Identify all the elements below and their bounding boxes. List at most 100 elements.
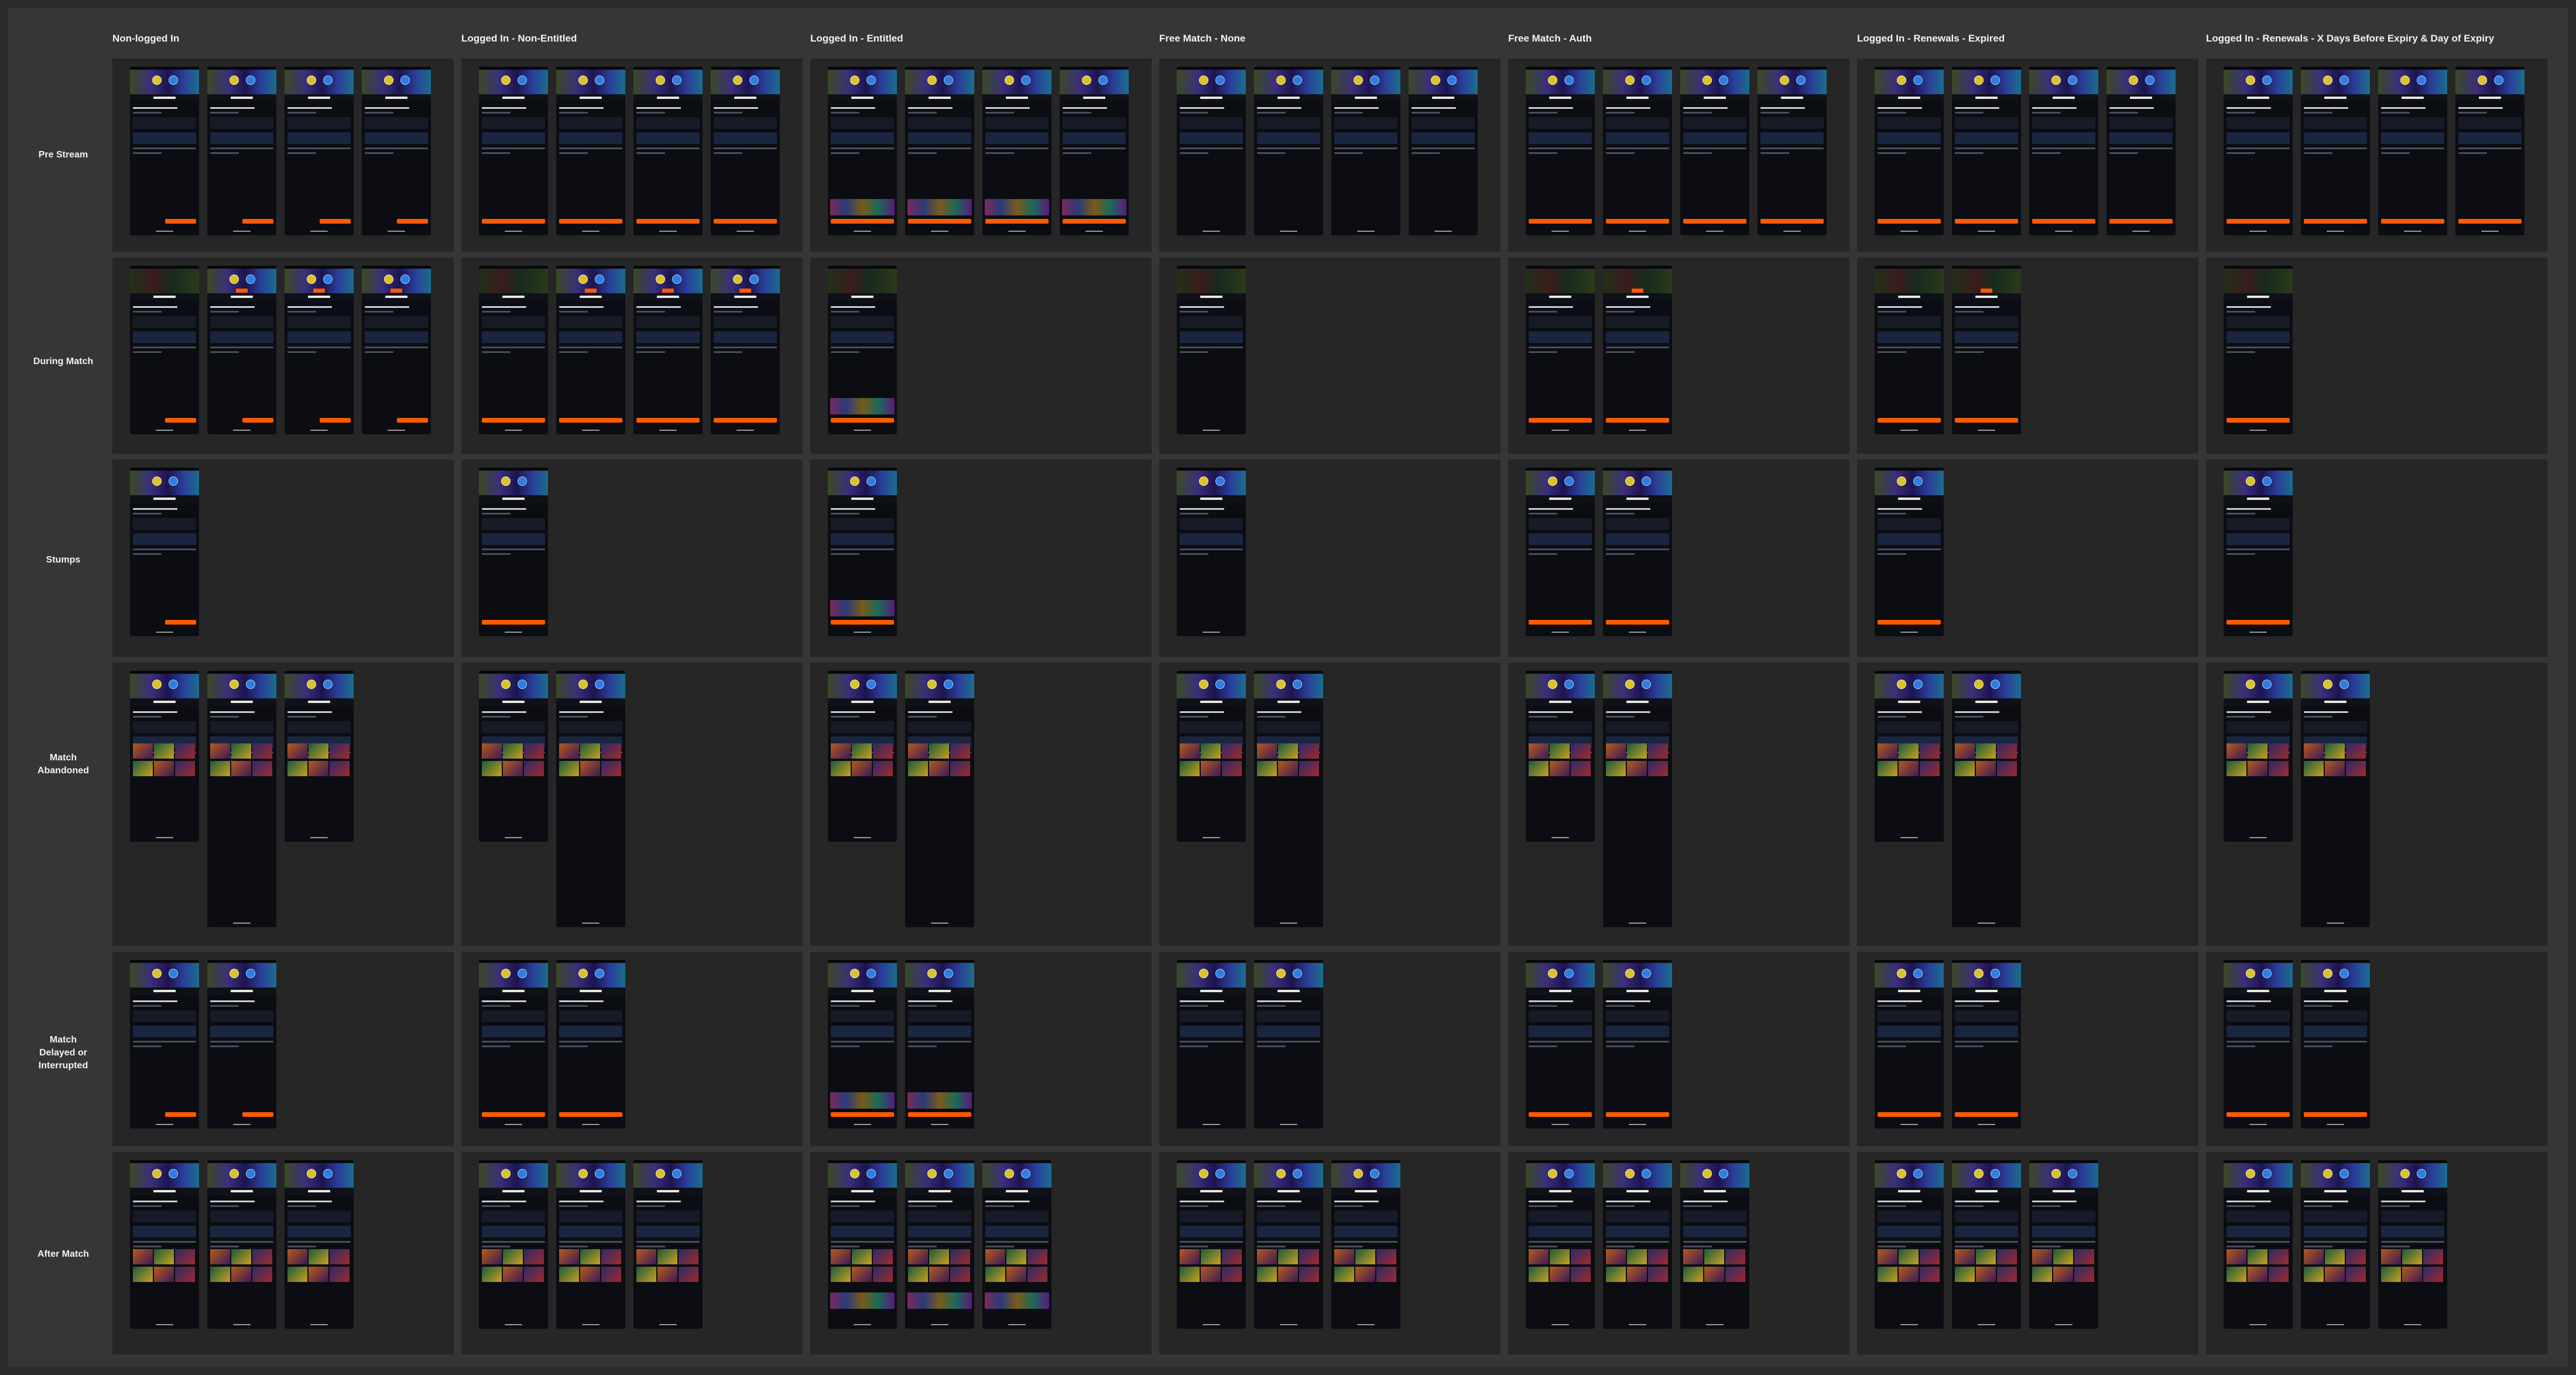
content-tile[interactable] — [330, 1267, 350, 1282]
content-tile[interactable] — [330, 743, 350, 759]
content-tile[interactable] — [252, 761, 272, 776]
content-tile[interactable] — [309, 761, 328, 776]
phone-screen-mockup[interactable] — [905, 960, 974, 1129]
phone-screen-mockup[interactable] — [828, 468, 897, 636]
content-tile[interactable] — [309, 743, 328, 759]
watch-full-tour-rail[interactable] — [985, 199, 1049, 215]
phone-screen-mockup[interactable] — [479, 67, 548, 235]
content-tile[interactable] — [831, 1267, 851, 1282]
phone-screen-mockup[interactable] — [1875, 468, 1944, 636]
content-tile[interactable] — [601, 1267, 621, 1282]
content-tile[interactable] — [2346, 761, 2366, 776]
content-tile[interactable] — [210, 1249, 230, 1264]
content-tile[interactable] — [679, 1249, 698, 1264]
primary-cta-button[interactable] — [320, 219, 351, 224]
primary-cta-button[interactable] — [1878, 219, 1941, 224]
content-tile[interactable] — [2226, 761, 2246, 776]
phone-screen-mockup[interactable] — [1875, 266, 1944, 434]
content-tile[interactable] — [175, 743, 195, 759]
primary-cta-button[interactable] — [320, 418, 351, 423]
primary-cta-button[interactable] — [165, 219, 196, 224]
content-tile[interactable] — [1550, 1267, 1570, 1282]
content-tile[interactable] — [852, 1249, 872, 1264]
content-tile[interactable] — [929, 1249, 949, 1264]
primary-cta-button[interactable] — [1529, 219, 1592, 224]
phone-screen-mockup[interactable] — [207, 266, 276, 434]
primary-cta-button[interactable] — [2304, 1112, 2367, 1117]
phone-screen-mockup[interactable] — [2455, 67, 2524, 235]
phone-screen-mockup[interactable] — [1952, 266, 2021, 434]
primary-cta-button[interactable] — [831, 620, 894, 625]
content-tile[interactable] — [657, 1249, 677, 1264]
watch-full-tour-rail[interactable] — [830, 398, 895, 414]
phone-screen-mockup[interactable] — [1526, 67, 1595, 235]
content-tile[interactable] — [1201, 761, 1221, 776]
content-tile[interactable] — [252, 1249, 272, 1264]
phone-screen-mockup[interactable] — [479, 468, 548, 636]
content-tile[interactable] — [1606, 1249, 1626, 1264]
primary-cta-button[interactable] — [1955, 418, 2018, 423]
content-tile[interactable] — [1180, 1267, 1200, 1282]
content-tile[interactable] — [908, 1249, 928, 1264]
phone-screen-mockup[interactable] — [1952, 67, 2021, 235]
primary-cta-button[interactable] — [831, 1112, 894, 1117]
content-tile[interactable] — [950, 761, 970, 776]
content-tile[interactable] — [929, 761, 949, 776]
phone-screen-mockup[interactable] — [479, 266, 548, 434]
primary-cta-button[interactable] — [1878, 620, 1941, 625]
phone-screen-mockup[interactable] — [1952, 1160, 2021, 1329]
primary-cta-button[interactable] — [714, 219, 777, 224]
phone-screen-mockup[interactable] — [556, 960, 625, 1129]
phone-screen-mockup[interactable] — [711, 266, 780, 434]
content-tile[interactable] — [252, 1267, 272, 1282]
phone-screen-mockup[interactable] — [207, 67, 276, 235]
content-tile[interactable] — [1627, 1267, 1647, 1282]
content-tile[interactable] — [1725, 1267, 1745, 1282]
phone-screen-mockup[interactable] — [1254, 960, 1323, 1129]
primary-cta-button[interactable] — [1529, 418, 1592, 423]
content-tile[interactable] — [1955, 761, 1975, 776]
content-tile[interactable] — [524, 761, 544, 776]
primary-cta-button[interactable] — [559, 418, 622, 423]
phone-screen-mockup[interactable] — [711, 67, 780, 235]
phone-screen-mockup[interactable] — [1526, 671, 1595, 842]
primary-cta-button[interactable] — [1955, 1112, 2018, 1117]
content-tile[interactable] — [1648, 743, 1668, 759]
phone-screen-mockup[interactable] — [1603, 1160, 1672, 1329]
content-tile[interactable] — [2248, 1249, 2267, 1264]
content-tile[interactable] — [231, 761, 251, 776]
content-tile[interactable] — [2074, 1267, 2094, 1282]
content-tile[interactable] — [2402, 1267, 2422, 1282]
content-tile[interactable] — [1550, 761, 1570, 776]
content-tile[interactable] — [1955, 743, 1975, 759]
content-tile[interactable] — [1627, 761, 1647, 776]
phone-screen-mockup[interactable] — [2224, 1160, 2293, 1329]
phone-screen-mockup[interactable] — [633, 1160, 703, 1329]
phone-screen-mockup[interactable] — [130, 468, 199, 636]
content-tile[interactable] — [1201, 1249, 1221, 1264]
content-tile[interactable] — [1976, 1267, 1996, 1282]
phone-screen-mockup[interactable] — [130, 960, 199, 1129]
content-tile[interactable] — [1571, 1267, 1591, 1282]
primary-cta-button[interactable] — [1683, 219, 1746, 224]
phone-screen-mockup[interactable] — [130, 266, 199, 434]
content-tile[interactable] — [580, 743, 600, 759]
content-tile[interactable] — [2248, 743, 2267, 759]
phone-screen-mockup[interactable] — [285, 1160, 354, 1329]
phone-screen-mockup[interactable] — [2224, 67, 2293, 235]
phone-screen-mockup[interactable] — [285, 67, 354, 235]
content-tile[interactable] — [1920, 743, 1940, 759]
content-tile[interactable] — [1278, 1249, 1298, 1264]
content-tile[interactable] — [1180, 1249, 1200, 1264]
content-tile[interactable] — [1529, 761, 1549, 776]
primary-cta-button[interactable] — [2226, 620, 2290, 625]
content-tile[interactable] — [1571, 1249, 1591, 1264]
phone-screen-mockup[interactable] — [1177, 468, 1246, 636]
phone-screen-mockup[interactable] — [982, 1160, 1051, 1329]
primary-cta-button[interactable] — [1606, 620, 1669, 625]
content-tile[interactable] — [1571, 743, 1591, 759]
content-tile[interactable] — [1529, 1249, 1549, 1264]
phone-screen-mockup[interactable] — [1875, 67, 1944, 235]
content-tile[interactable] — [908, 1267, 928, 1282]
content-tile[interactable] — [1606, 1267, 1626, 1282]
